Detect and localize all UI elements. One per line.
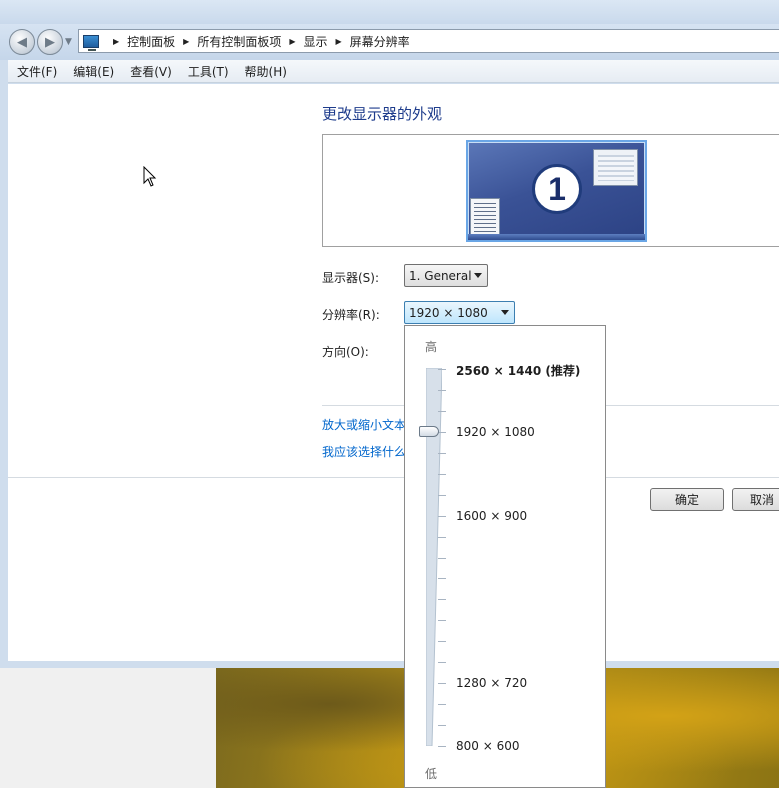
slider-high-label: 高 xyxy=(425,340,438,354)
slider-low-label: 低 xyxy=(425,767,438,781)
which-settings-link[interactable]: 我应该选择什么 xyxy=(322,443,406,460)
address-bar[interactable]: ▶ 控制面板 ▶ 所有控制面板项 ▶ 显示 ▶ 屏幕分辨率 xyxy=(78,29,779,53)
arrow-left-icon: ◀ xyxy=(17,34,27,50)
page-title: 更改显示器的外观 xyxy=(322,105,443,123)
display-select-value: 1. General xyxy=(409,268,472,283)
display-label: 显示器(S): xyxy=(322,271,380,285)
title-bar xyxy=(0,0,779,24)
recent-pages-dropdown-icon[interactable]: ▼ xyxy=(65,37,72,47)
breadcrumb-screen-resolution[interactable]: 屏幕分辨率 xyxy=(350,33,410,50)
resolution-option-1280x720[interactable]: 1280 × 720 xyxy=(456,676,527,690)
chevron-down-icon xyxy=(474,273,482,278)
zoom-text-link[interactable]: 放大或缩小文本 xyxy=(322,416,406,433)
mouse-cursor-icon xyxy=(143,166,157,187)
resolution-label: 分辨率(R): xyxy=(322,308,380,322)
control-panel-icon xyxy=(83,34,99,51)
breadcrumb-all-items[interactable]: 所有控制面板项 xyxy=(197,33,281,50)
slider-tick xyxy=(438,432,446,433)
resolution-select[interactable]: 1920 × 1080 xyxy=(404,301,515,324)
slider-tick xyxy=(438,537,446,538)
resolution-select-value: 1920 × 1080 xyxy=(409,305,488,320)
menu-view[interactable]: 查看(V) xyxy=(130,63,172,80)
slider-tick xyxy=(438,599,446,600)
breadcrumb-display[interactable]: 显示 xyxy=(304,33,328,50)
orientation-label: 方向(O): xyxy=(322,345,369,359)
slider-tick xyxy=(438,516,446,517)
ok-button[interactable]: 确定 xyxy=(650,488,724,511)
divider xyxy=(8,477,779,478)
resolution-option-1600x900[interactable]: 1600 × 900 xyxy=(456,509,527,523)
slider-tick xyxy=(438,474,446,475)
chevron-right-icon[interactable]: ▶ xyxy=(183,37,189,46)
resolution-slider-thumb[interactable] xyxy=(419,426,439,437)
address-row: ◀ ▶ ▼ ▶ 控制面板 ▶ 所有控制面板项 ▶ 显示 ▶ 屏幕分辨率 xyxy=(0,24,779,60)
slider-tick xyxy=(438,411,446,412)
slider-tick xyxy=(438,369,446,370)
display-select[interactable]: 1. General xyxy=(404,264,488,287)
slider-tick xyxy=(438,683,446,684)
slider-tick xyxy=(438,558,446,559)
menu-help[interactable]: 帮助(H) xyxy=(245,63,287,80)
slider-tick xyxy=(438,725,446,726)
slider-tick xyxy=(438,495,446,496)
slider-tick xyxy=(438,704,446,705)
slider-tick xyxy=(438,578,446,579)
window-thumbnail-icon xyxy=(593,149,638,186)
cancel-button[interactable]: 取消 xyxy=(732,488,779,511)
menu-bar: 文件(F) 编辑(E) 查看(V) 工具(T) 帮助(H) xyxy=(8,60,779,83)
resolution-slider-track[interactable] xyxy=(426,368,442,746)
chevron-right-icon[interactable]: ▶ xyxy=(336,37,342,46)
resolution-option-1920x1080[interactable]: 1920 × 1080 xyxy=(456,425,535,439)
chevron-right-icon[interactable]: ▶ xyxy=(289,37,295,46)
chevron-right-icon[interactable]: ▶ xyxy=(113,37,119,46)
menu-file[interactable]: 文件(F) xyxy=(17,63,57,80)
slider-tick xyxy=(438,746,446,747)
slider-tick xyxy=(438,453,446,454)
menu-edit[interactable]: 编辑(E) xyxy=(73,63,114,80)
back-button[interactable]: ◀ xyxy=(9,29,35,55)
slider-tick xyxy=(438,662,446,663)
sidebar-thumbnail-icon xyxy=(470,198,500,238)
menu-tools[interactable]: 工具(T) xyxy=(188,63,229,80)
resolution-option-800x600[interactable]: 800 × 600 xyxy=(456,739,520,753)
arrow-right-icon: ▶ xyxy=(45,34,55,50)
slider-tick xyxy=(438,390,446,391)
forward-button[interactable]: ▶ xyxy=(37,29,63,55)
chevron-down-icon xyxy=(501,310,509,315)
taskbar-thumbnail-icon xyxy=(468,234,645,240)
monitor-number-badge: 1 xyxy=(532,164,582,214)
resolution-option-2560x1440[interactable]: 2560 × 1440 (推荐) xyxy=(456,362,580,379)
breadcrumb-control-panel[interactable]: 控制面板 xyxy=(127,33,175,50)
slider-tick xyxy=(438,620,446,621)
slider-tick xyxy=(438,641,446,642)
